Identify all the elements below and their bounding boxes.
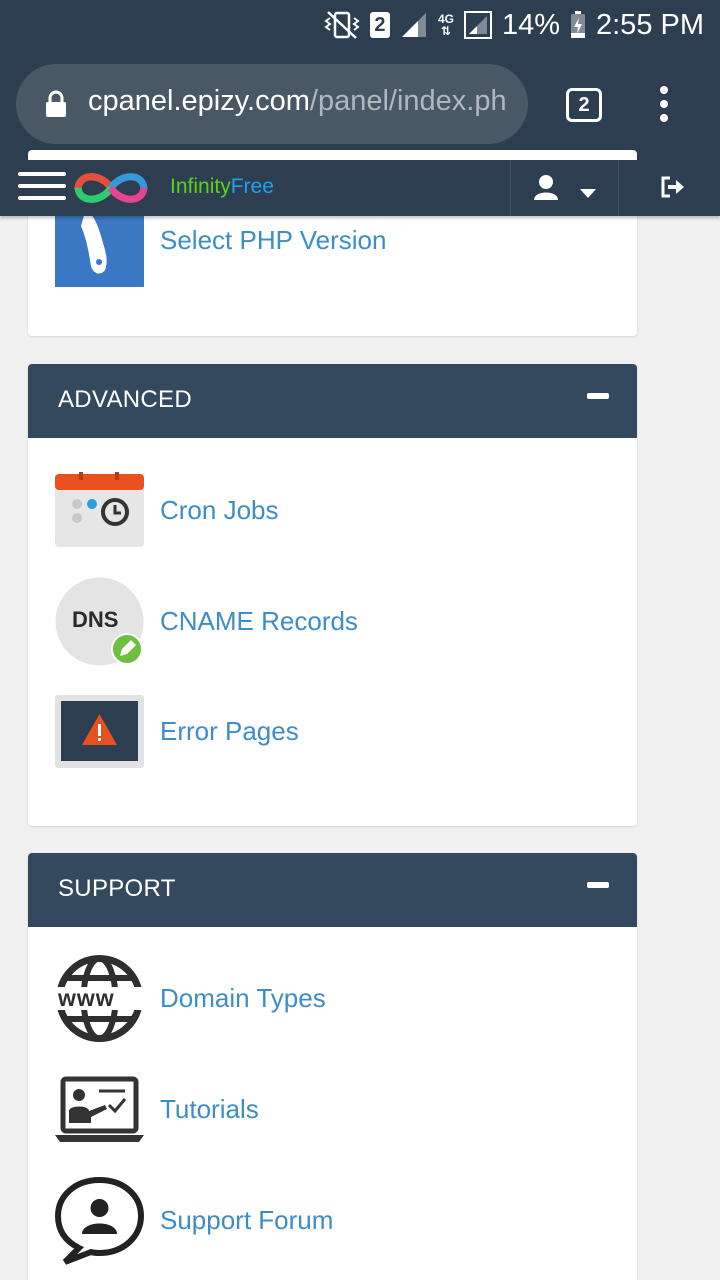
- url-bar[interactable]: cpanel.epizy.com/panel/index.ph: [16, 64, 528, 144]
- item-label: Domain Types: [160, 982, 326, 1013]
- item-label: Select PHP Version: [160, 224, 387, 255]
- panel-title: ADVANCED: [58, 386, 192, 413]
- support-forum-icon: [54, 1176, 145, 1265]
- infinityfree-logo-icon[interactable]: [72, 166, 150, 215]
- cron-jobs-icon: [55, 466, 144, 555]
- item-tutorials[interactable]: Tutorials: [55, 1064, 259, 1154]
- panel-advanced: ADVANCED Cron Jobs DNS CNAME Records Err…: [28, 364, 637, 826]
- browser-toolbar: cpanel.epizy.com/panel/index.ph 2: [0, 50, 720, 160]
- dns-icon: DNS: [55, 577, 144, 666]
- logout-button[interactable]: [620, 160, 720, 216]
- tab-switcher-button[interactable]: 2: [566, 88, 602, 122]
- item-support-forum[interactable]: Support Forum: [54, 1175, 334, 1265]
- item-label: Cron Jobs: [160, 494, 279, 525]
- signal-strength-2-icon: [463, 11, 492, 39]
- logout-icon: [660, 176, 686, 203]
- error-pages-icon: [55, 687, 144, 776]
- brand-name[interactable]: InfinityFree: [170, 175, 274, 199]
- tutorials-icon: [55, 1065, 144, 1154]
- item-label: Error Pages: [160, 715, 299, 746]
- url-text: cpanel.epizy.com/panel/index.ph: [88, 85, 507, 118]
- chevron-down-icon: [580, 185, 596, 203]
- navbar-divider: [618, 160, 619, 216]
- user-icon: [534, 174, 558, 205]
- app-navbar: InfinityFree: [0, 160, 720, 216]
- battery-percent: 14%: [501, 8, 560, 41]
- battery-charging-icon: [570, 11, 586, 39]
- item-label: CNAME Records: [160, 605, 358, 636]
- item-label: Support Forum: [160, 1204, 334, 1235]
- item-cname-records[interactable]: DNS CNAME Records: [55, 576, 358, 666]
- panel-header[interactable]: SUPPORT: [28, 853, 637, 927]
- collapse-icon[interactable]: [587, 393, 609, 399]
- www-globe-icon: www: [55, 954, 144, 1043]
- browser-menu-button[interactable]: [656, 86, 672, 126]
- clock: 2:55 PM: [596, 8, 704, 41]
- item-error-pages[interactable]: Error Pages: [55, 686, 299, 776]
- dns-icon-text: DNS: [72, 606, 119, 632]
- url-path: /panel/index.ph: [309, 85, 507, 117]
- status-bar: 2 4G ⇅ 14% 2:55 PM: [0, 0, 720, 50]
- url-host: cpanel.epizy.com: [88, 85, 310, 117]
- signal-strength-icon: [400, 11, 428, 39]
- network-type-icon: 4G ⇅: [437, 12, 454, 38]
- panel-header[interactable]: ADVANCED: [28, 364, 637, 438]
- lock-icon: [44, 90, 68, 123]
- item-domain-types[interactable]: www Domain Types: [55, 953, 326, 1043]
- hamburger-menu-icon[interactable]: [18, 172, 66, 202]
- sim-slot-icon: 2: [369, 12, 390, 38]
- user-menu-button[interactable]: [512, 160, 618, 216]
- www-icon-text: www: [58, 984, 115, 1011]
- item-label: Tutorials: [160, 1093, 259, 1124]
- item-cron-jobs[interactable]: Cron Jobs: [55, 465, 279, 555]
- panel-title: SUPPORT: [58, 875, 176, 902]
- navbar-divider: [510, 160, 511, 216]
- panel-support: SUPPORT www Domain Types Tutorials Suppo…: [28, 853, 637, 1280]
- vibrate-icon: [324, 10, 360, 40]
- collapse-icon[interactable]: [587, 882, 609, 888]
